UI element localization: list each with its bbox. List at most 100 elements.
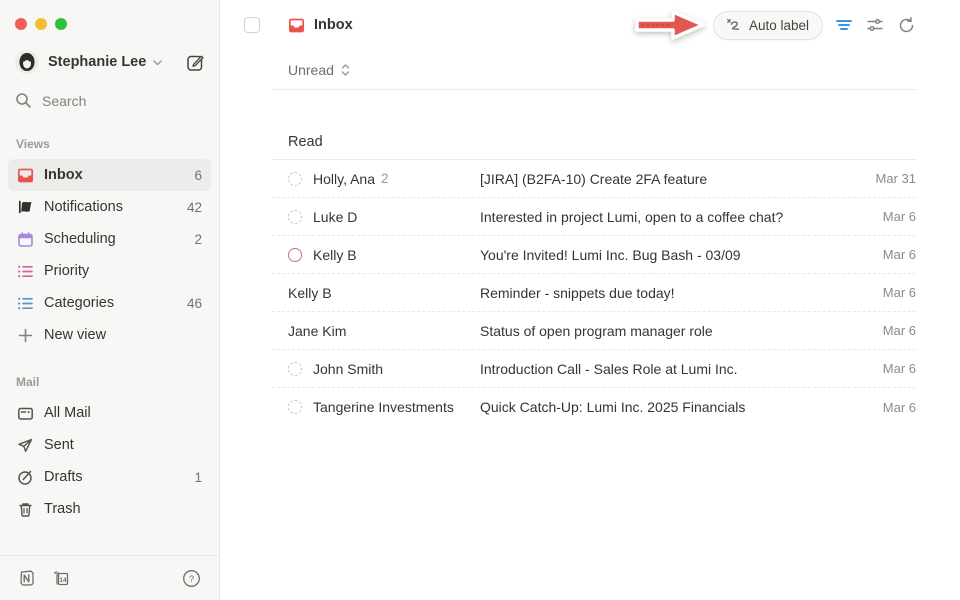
- svg-text:?: ?: [189, 574, 194, 585]
- email-sender: Luke D: [313, 209, 357, 225]
- sidebar-item-count: 2: [194, 232, 202, 247]
- search-icon: [15, 92, 32, 109]
- email-date: Mar 6: [854, 361, 916, 376]
- sidebar-item-priority[interactable]: Priority: [8, 255, 211, 287]
- display-settings-icon[interactable]: [865, 15, 885, 35]
- select-circle-icon[interactable]: [288, 362, 302, 376]
- email-row[interactable]: Kelly B You're Invited! Lumi Inc. Bug Ba…: [272, 236, 916, 274]
- email-row[interactable]: Luke D Interested in project Lumi, open …: [272, 198, 916, 236]
- sidebar: Stephanie Lee Search Views Inbox 6 Notif…: [0, 0, 220, 600]
- window-controls: [0, 0, 219, 30]
- sidebar-item-label: Trash: [44, 501, 81, 517]
- divider: [272, 89, 916, 90]
- sidebar-item-count: 1: [194, 470, 202, 485]
- email-row[interactable]: John Smith Introduction Call - Sales Rol…: [272, 350, 916, 388]
- sidebar-item-label: All Mail: [44, 405, 91, 421]
- read-section-label: Read: [244, 134, 916, 156]
- auto-label-label: Auto label: [749, 18, 809, 33]
- email-sender: Jane Kim: [288, 323, 346, 339]
- help-icon[interactable]: ?: [182, 569, 201, 588]
- email-subject: Quick Catch-Up: Lumi Inc. 2025 Financial…: [480, 399, 854, 415]
- email-date: Mar 31: [854, 171, 916, 186]
- sidebar-item-all-mail[interactable]: All Mail: [8, 397, 211, 429]
- account-name: Stephanie Lee: [48, 54, 146, 70]
- notion-calendar-icon[interactable]: 14: [52, 569, 70, 587]
- email-list: Holly, Ana2 [JIRA] (B2FA-10) Create 2FA …: [272, 160, 916, 426]
- unread-section-toggle[interactable]: Unread: [244, 58, 916, 82]
- sidebar-item-label: Scheduling: [44, 231, 116, 247]
- page-title: Inbox: [314, 17, 353, 33]
- priority-list-icon: [17, 263, 34, 280]
- email-sender: Kelly B: [313, 247, 357, 263]
- email-subject: Interested in project Lumi, open to a co…: [480, 209, 854, 225]
- email-subject: You're Invited! Lumi Inc. Bug Bash - 03/…: [480, 247, 854, 263]
- select-circle-icon[interactable]: [288, 400, 302, 414]
- mail-section-label: Mail: [0, 375, 219, 389]
- chevron-down-icon: [152, 57, 163, 68]
- categories-list-icon: [17, 295, 34, 312]
- email-sender: Tangerine Investments: [313, 399, 454, 415]
- email-sender: Holly, Ana: [313, 171, 375, 187]
- email-subject: Reminder - snippets due today!: [480, 285, 854, 301]
- sidebar-item-notifications[interactable]: Notifications 42: [8, 191, 211, 223]
- email-date: Mar 6: [854, 209, 916, 224]
- sidebar-item-new-view[interactable]: New view: [8, 319, 211, 351]
- email-subject: Introduction Call - Sales Role at Lumi I…: [480, 361, 854, 377]
- compose-icon[interactable]: [186, 53, 205, 72]
- sidebar-item-label: Notifications: [44, 199, 123, 215]
- close-button[interactable]: [15, 18, 27, 30]
- select-circle-icon[interactable]: [288, 210, 302, 224]
- auto-label-button[interactable]: Auto label: [713, 11, 823, 40]
- sidebar-item-label: Drafts: [44, 469, 83, 485]
- account-switcher[interactable]: Stephanie Lee: [0, 30, 219, 74]
- trash-icon: [17, 501, 34, 518]
- sidebar-item-label: Sent: [44, 437, 74, 453]
- sidebar-item-sent[interactable]: Sent: [8, 429, 211, 461]
- sidebar-item-categories[interactable]: Categories 46: [8, 287, 211, 319]
- minimize-button[interactable]: [35, 18, 47, 30]
- notion-logo-icon[interactable]: [18, 569, 36, 587]
- sidebar-item-label: New view: [44, 327, 106, 343]
- zoom-button[interactable]: [55, 18, 67, 30]
- email-date: Mar 6: [854, 400, 916, 415]
- search-button[interactable]: Search: [0, 92, 219, 109]
- email-subject: Status of open program manager role: [480, 323, 854, 339]
- sidebar-item-inbox[interactable]: Inbox 6: [8, 159, 211, 191]
- avatar: [15, 50, 39, 74]
- sidebar-item-label: Priority: [44, 263, 89, 279]
- email-row[interactable]: Jane Kim Status of open program manager …: [272, 312, 916, 350]
- plus-icon: [17, 327, 34, 344]
- sidebar-item-trash[interactable]: Trash: [8, 493, 211, 525]
- annotation-arrow-icon: [631, 5, 711, 45]
- search-label: Search: [42, 93, 86, 109]
- sidebar-item-label: Categories: [44, 295, 114, 311]
- sidebar-item-drafts[interactable]: Drafts 1: [8, 461, 211, 493]
- sent-icon: [17, 437, 34, 454]
- email-date: Mar 6: [854, 285, 916, 300]
- calendar-icon: [17, 231, 34, 248]
- auto-label-icon: [724, 16, 742, 34]
- chevron-updown-icon: [340, 63, 351, 77]
- email-sender: John Smith: [313, 361, 383, 377]
- email-row[interactable]: Holly, Ana2 [JIRA] (B2FA-10) Create 2FA …: [272, 160, 916, 198]
- sidebar-item-count: 6: [194, 168, 202, 183]
- views-section-label: Views: [0, 137, 219, 151]
- refresh-icon[interactable]: [896, 15, 916, 35]
- email-subject: [JIRA] (B2FA-10) Create 2FA feature: [480, 171, 854, 187]
- email-row[interactable]: Tangerine Investments Quick Catch-Up: Lu…: [272, 388, 916, 426]
- inbox-icon: [288, 17, 305, 34]
- sidebar-item-count: 46: [187, 296, 202, 311]
- sidebar-item-scheduling[interactable]: Scheduling 2: [8, 223, 211, 255]
- email-row[interactable]: Kelly B Reminder - snippets due today! M…: [272, 274, 916, 312]
- list-header: Inbox Auto label: [244, 0, 916, 48]
- select-all-checkbox[interactable]: [244, 17, 260, 33]
- drafts-icon: [17, 469, 34, 486]
- select-circle-icon[interactable]: [288, 248, 302, 262]
- filter-icon[interactable]: [834, 15, 854, 35]
- email-date: Mar 6: [854, 323, 916, 338]
- select-circle-icon[interactable]: [288, 172, 302, 186]
- unread-label: Unread: [288, 62, 334, 78]
- sidebar-item-label: Inbox: [44, 167, 83, 183]
- main-panel: Inbox Auto label Unread: [220, 0, 960, 600]
- sidebar-item-count: 42: [187, 200, 202, 215]
